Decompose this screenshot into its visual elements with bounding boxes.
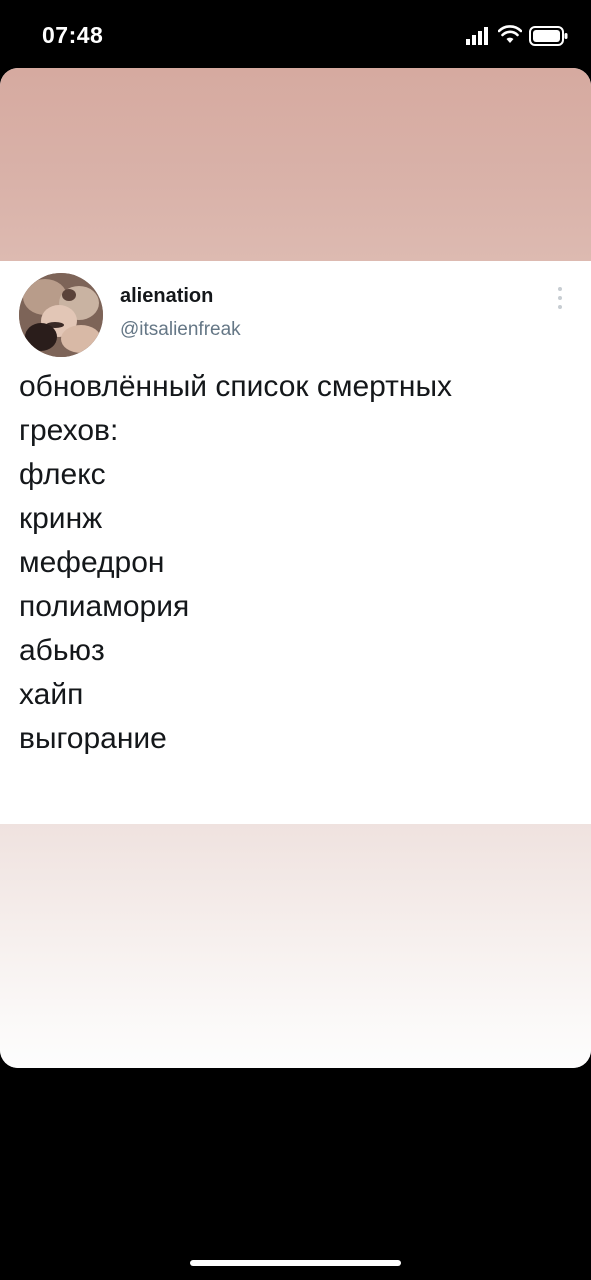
status-bar: 07:48	[0, 0, 591, 70]
tweet-text-line: выгорание	[19, 722, 167, 755]
battery-icon	[529, 26, 568, 46]
tweet-screenshot-card: alienation @itsalienfreak обновлённый сп…	[0, 68, 591, 1068]
avatar-image	[19, 273, 103, 357]
tweet: alienation @itsalienfreak обновлённый сп…	[0, 261, 591, 824]
avatar[interactable]	[19, 273, 103, 357]
author-handle[interactable]: @itsalienfreak	[120, 319, 241, 341]
home-indicator[interactable]	[190, 1260, 401, 1266]
tweet-text-line: полиамория	[19, 590, 190, 623]
tweet-text-line: грехов:	[19, 414, 119, 447]
author-name[interactable]: alienation	[120, 285, 213, 308]
tweet-text-line: обновлённый список смертных	[19, 370, 453, 403]
tweet-text: обновлённый список смертных грехов: флек…	[19, 365, 569, 761]
tweet-text-line: кринж	[19, 502, 103, 535]
top-background-band	[0, 68, 591, 261]
wifi-icon	[498, 25, 522, 43]
bottom-background-band	[0, 824, 591, 1068]
tweet-text-line: мефедрон	[19, 546, 165, 579]
signal-icon	[466, 27, 488, 45]
tweet-text-line: хайп	[19, 678, 84, 711]
more-vertical-icon[interactable]	[548, 285, 572, 311]
tweet-text-line: флекс	[19, 458, 106, 491]
status-time: 07:48	[42, 22, 104, 48]
tweet-text-line: абьюз	[19, 634, 105, 667]
